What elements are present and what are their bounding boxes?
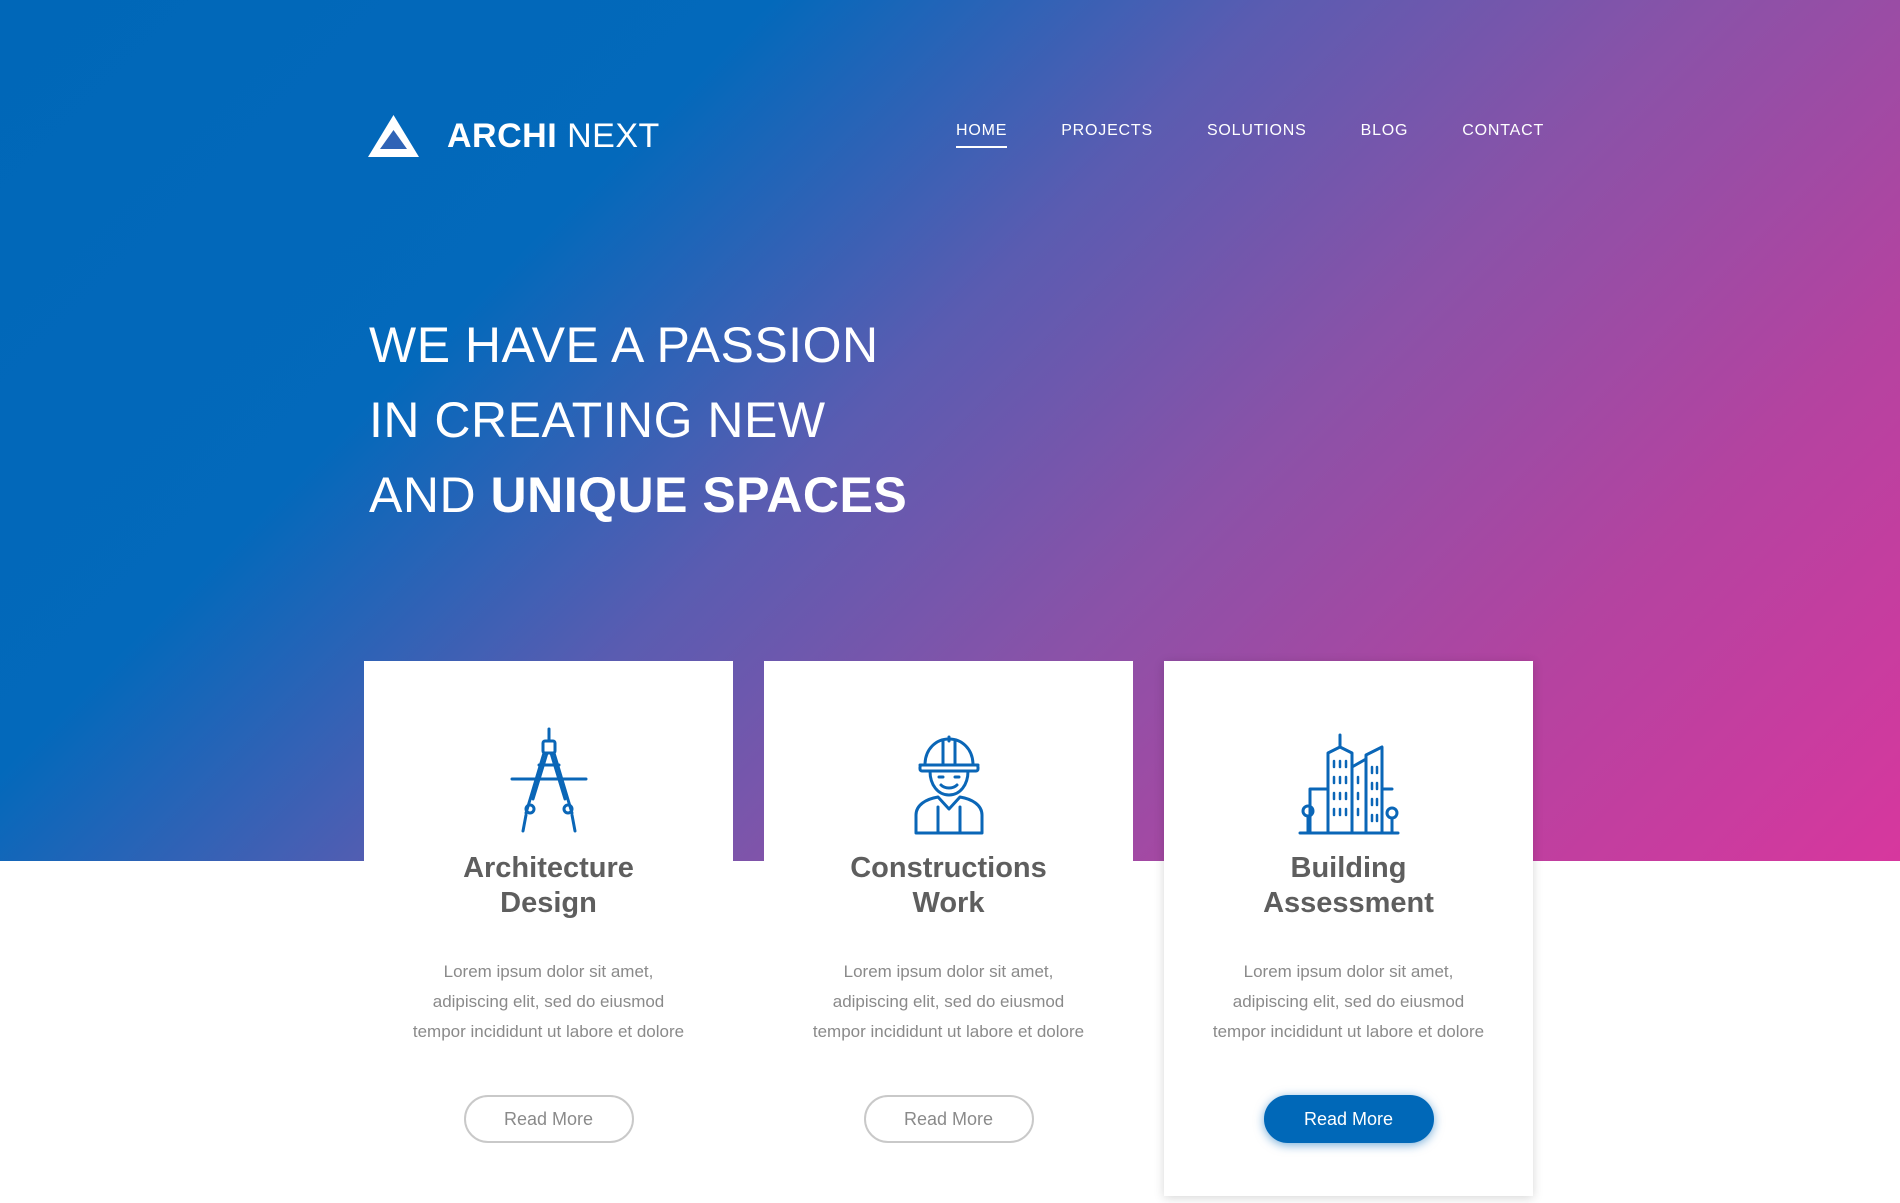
service-card-building-assessment: Building Assessment Lorem ipsum dolor si… — [1164, 661, 1533, 1196]
card-text-line-1: Lorem ipsum dolor sit amet, — [1243, 962, 1454, 981]
drafting-compass-icon — [510, 727, 587, 833]
nav-solutions[interactable]: SOLUTIONS — [1207, 122, 1307, 148]
hero-line-1: WE HAVE A PASSION — [369, 317, 879, 373]
service-card-architecture: Architecture Design Lorem ipsum dolor si… — [364, 661, 733, 1196]
service-card-constructions: Constructions Work Lorem ipsum dolor sit… — [764, 661, 1133, 1196]
read-more-button[interactable]: Read More — [863, 1095, 1034, 1143]
card-title: Building Assessment — [1164, 851, 1533, 921]
triangle-logo-icon — [368, 115, 419, 157]
brand-name-bold: ARCHI — [447, 117, 558, 155]
nav-projects[interactable]: PROJECTS — [1061, 122, 1153, 148]
construction-worker-icon — [914, 735, 983, 835]
card-title-line-2: Work — [912, 887, 985, 919]
card-text-line-2: adipiscing elit, sed do eiusmod — [1232, 992, 1465, 1011]
card-text-line-2: adipiscing elit, sed do eiusmod — [432, 992, 665, 1011]
card-text-line-2: adipiscing elit, sed do eiusmod — [832, 992, 1065, 1011]
hero-headline: WE HAVE A PASSION IN CREATING NEW AND UN… — [369, 308, 907, 533]
card-text-line-1: Lorem ipsum dolor sit amet, — [843, 962, 1054, 981]
card-description: Lorem ipsum dolor sit amet, adipiscing e… — [364, 957, 733, 1047]
card-description: Lorem ipsum dolor sit amet, adipiscing e… — [1164, 957, 1533, 1047]
read-more-button[interactable]: Read More — [463, 1095, 634, 1143]
card-title-line-2: Design — [500, 887, 597, 919]
card-title-line-1: Constructions — [850, 852, 1047, 884]
nav-blog[interactable]: BLOG — [1361, 122, 1409, 148]
nav-home[interactable]: HOME — [956, 122, 1008, 148]
nav-contact[interactable]: CONTACT — [1462, 122, 1544, 148]
card-title-line-1: Building — [1290, 852, 1407, 884]
hero-line-3-bold: UNIQUE SPACES — [490, 467, 908, 523]
card-title-line-1: Architecture — [463, 852, 634, 884]
read-more-button[interactable]: Read More — [1263, 1095, 1434, 1143]
card-text-line-3: tempor incididunt ut labore et dolore — [1212, 1022, 1485, 1041]
city-buildings-icon — [1298, 733, 1399, 835]
card-title: Constructions Work — [764, 851, 1133, 921]
hero-line-3-light: AND — [369, 467, 477, 523]
card-title: Architecture Design — [364, 851, 733, 921]
card-title-line-2: Assessment — [1263, 887, 1434, 919]
card-description: Lorem ipsum dolor sit amet, adipiscing e… — [764, 957, 1133, 1047]
hero-line-3: AND UNIQUE SPACES — [369, 458, 907, 533]
brand-name: ARCHI NEXT — [447, 119, 660, 153]
hero-line-2: IN CREATING NEW — [369, 392, 826, 448]
card-text-line-1: Lorem ipsum dolor sit amet, — [443, 962, 654, 981]
main-nav: HOME PROJECTS SOLUTIONS BLOG CONTACT — [956, 122, 1544, 148]
brand-logo-link[interactable]: ARCHI NEXT — [366, 113, 660, 159]
brand-name-light: NEXT — [567, 117, 660, 155]
card-text-line-3: tempor incididunt ut labore et dolore — [812, 1022, 1085, 1041]
card-text-line-3: tempor incididunt ut labore et dolore — [412, 1022, 685, 1041]
